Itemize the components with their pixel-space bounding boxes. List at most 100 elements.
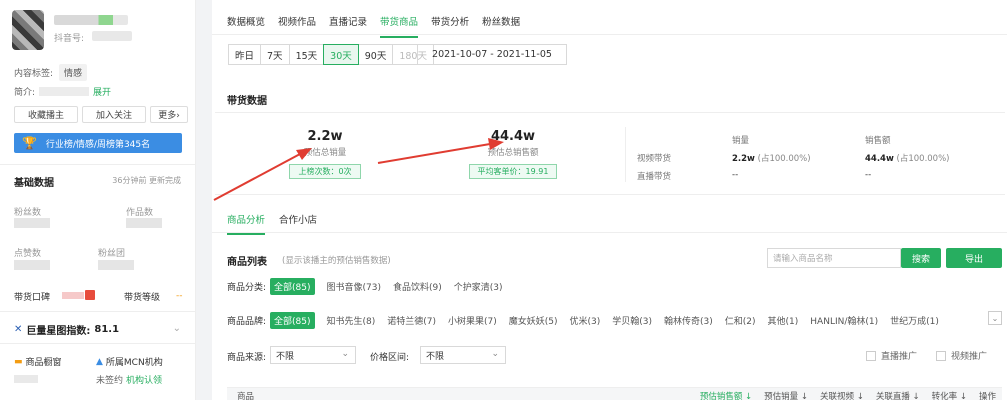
works-label: 作品数 (126, 208, 154, 218)
profile-actions: 收藏播主 加入关注 更多› (14, 106, 188, 123)
content-tag-label: 内容标签: (14, 69, 54, 79)
day-btn-15[interactable]: 15天 (288, 44, 325, 65)
col-amount-header: 销售额 (865, 136, 891, 146)
avatar[interactable] (12, 10, 44, 50)
kpi-sales-chip: 上榜次数：0次 (289, 164, 361, 179)
row-live-label: 直播带货 (637, 172, 672, 182)
xingtu-logo-icon: ✕ (14, 324, 23, 335)
day-btn-yesterday[interactable]: 昨日 (228, 44, 262, 65)
row-video-amount-pct: (占100.00%) (896, 154, 950, 164)
blurred-douyin-id (92, 31, 132, 41)
follow-button[interactable]: 加入关注 (82, 106, 146, 123)
source-select[interactable]: 不限 ⌄ (270, 346, 356, 364)
row-live-amount: -- (865, 170, 872, 180)
kpi-total-revenue: 44.4w 预估总销售额 平均客单价：19.91 (443, 129, 583, 179)
category-option[interactable]: 个护家清(3) (454, 280, 503, 293)
blurred-fans-value (14, 218, 50, 228)
category-option[interactable]: 食品饮料(9) (393, 280, 442, 293)
divider (625, 127, 626, 182)
category-option[interactable]: 图书音像(73) (327, 280, 381, 293)
update-note: 36分钟前 更新完成 (112, 176, 181, 185)
brand-option[interactable]: 全部(85) (270, 312, 315, 329)
brand-option[interactable]: 优米(3) (570, 314, 601, 327)
kpi-revenue-label: 预估总销售额 (487, 148, 539, 158)
product-list-title: 商品列表 (227, 257, 267, 268)
row-video-sales-value: 2.2w (732, 154, 755, 164)
mcn-status: 未签约 (96, 376, 124, 386)
shop-icon: ▬ (14, 356, 23, 367)
rank-button[interactable]: 🏆 行业榜/情感/周榜第345名 (14, 133, 182, 153)
sort-columns: 预估销售额 ↓ 预估销量 ↓ 关联视频 ↓ 关联直播 ↓ 转化率 ↓ 操作 (700, 390, 996, 400)
day-btn-7[interactable]: 7天 (260, 44, 290, 65)
chevron-down-icon[interactable]: ⌄ (988, 311, 1002, 325)
profile-sidebar: 抖音号: 内容标签: 情感 简介: 展开 收藏播主 加入关注 更多› 🏆 行业榜… (0, 0, 196, 400)
live-promo-label: 直播推广 (881, 352, 918, 362)
price-select[interactable]: 不限 ⌄ (420, 346, 506, 364)
col-sales-header: 销量 (732, 136, 750, 146)
row-video-amount-value: 44.4w (865, 154, 894, 164)
douyin-id-label: 抖音号: (54, 34, 85, 44)
brand-option[interactable]: 世纪万成(1) (890, 314, 939, 327)
brand-option[interactable]: 知书先生(8) (327, 314, 376, 327)
col-sort-videos[interactable]: 关联视频 ↓ (820, 390, 864, 400)
kpi-sales-label: 预估总销量 (303, 148, 347, 158)
row-video-sales-pct: (占100.00%) (757, 154, 811, 164)
col-sort-lives[interactable]: 关联直播 ↓ (876, 390, 920, 400)
content-tag-chip[interactable]: 情感 (59, 64, 88, 81)
brand-option[interactable]: 其他(1) (768, 314, 799, 327)
more-button[interactable]: 更多› (150, 106, 188, 123)
day-range-group: 昨日 7天 15天 30天 90天 180天 (228, 44, 434, 65)
category-filter: 商品分类: 全部(85) 图书音像(73) 食品饮料(9) 个护家清(3) (227, 278, 515, 295)
category-filter-label: 商品分类: (227, 283, 267, 293)
kpi-sales-value: 2.2w (307, 129, 343, 144)
intro-expand-link[interactable]: 展开 (93, 85, 111, 98)
brand-option[interactable]: 诺特兰德(7) (387, 314, 436, 327)
video-promo-checkbox[interactable]: 视频推广 (936, 349, 987, 362)
content-tag-row: 内容标签: 情感 (14, 64, 88, 81)
checkbox-icon (866, 350, 876, 361)
rank-button-label: 行业榜/情感/周榜第345名 (45, 139, 151, 150)
shop-window-row[interactable]: ▬ 商品橱窗 (14, 355, 62, 369)
reputation-badge (85, 290, 95, 300)
live-promo-checkbox[interactable]: 直播推广 (866, 349, 917, 362)
chevron-down-icon: ⌄ (341, 349, 349, 359)
day-btn-30[interactable]: 30天 (323, 44, 359, 65)
brand-option[interactable]: HANLIN/翰林(1) (810, 314, 878, 327)
source-select-value: 不限 (276, 351, 295, 362)
col-sort-conversion[interactable]: 转化率 ↓ (932, 390, 967, 400)
day-btn-90[interactable]: 90天 (357, 44, 394, 65)
brand-option[interactable]: 仁和(2) (725, 314, 756, 327)
col-product: 商品 (237, 392, 255, 400)
row-video-label: 视频带货 (637, 154, 672, 164)
col-sort-revenue[interactable]: 预估销售额 ↓ (700, 390, 752, 400)
mcn-status-row: 未签约 机构认领 (96, 373, 162, 386)
brand-option[interactable]: 小树果果(7) (448, 314, 497, 327)
col-sort-sales[interactable]: 预估销量 ↓ (764, 390, 808, 400)
date-range-picker[interactable]: 2021-10-07 - 2021-11-05 (417, 44, 567, 65)
goods-reputation-label: 带货口碑 (14, 293, 51, 303)
mcn-claim-link[interactable]: 机构认领 (126, 373, 162, 386)
category-option[interactable]: 全部(85) (270, 278, 315, 295)
favorite-button[interactable]: 收藏播主 (14, 106, 78, 123)
price-filter-label: 价格区间: (370, 353, 410, 363)
product-search-input[interactable]: 请输入商品名称 (767, 248, 901, 268)
xingtu-index-row[interactable]: ✕ 巨量星图指数: 81.1 (14, 322, 119, 337)
blurred-name (54, 15, 128, 25)
col-actions: 操作 (978, 392, 996, 400)
brand-option[interactable]: 学贝翰(3) (612, 314, 652, 327)
export-button[interactable]: 导出 (946, 248, 1002, 268)
blurred-intro (39, 87, 90, 96)
chevron-down-icon[interactable]: ⌄ (173, 323, 181, 334)
kpi-revenue-value: 44.4w (490, 129, 536, 144)
divider (0, 343, 196, 344)
search-button[interactable]: 搜索 (901, 248, 941, 268)
divider (212, 34, 1007, 35)
trophy-icon: 🏆 (22, 136, 37, 150)
price-select-value: 不限 (426, 351, 445, 362)
intro-row: 简介: 展开 (14, 85, 111, 98)
brand-option[interactable]: 魔女妖妖(5) (509, 314, 558, 327)
sales-kpi-box: 2.2w 预估总销量 上榜次数：0次 44.4w 预估总销售额 平均客单价：19… (215, 112, 1005, 195)
divider (0, 164, 196, 165)
brand-option[interactable]: 翰林传奇(3) (664, 314, 713, 327)
row-video-amount: 44.4w (占100.00%) (865, 152, 949, 164)
